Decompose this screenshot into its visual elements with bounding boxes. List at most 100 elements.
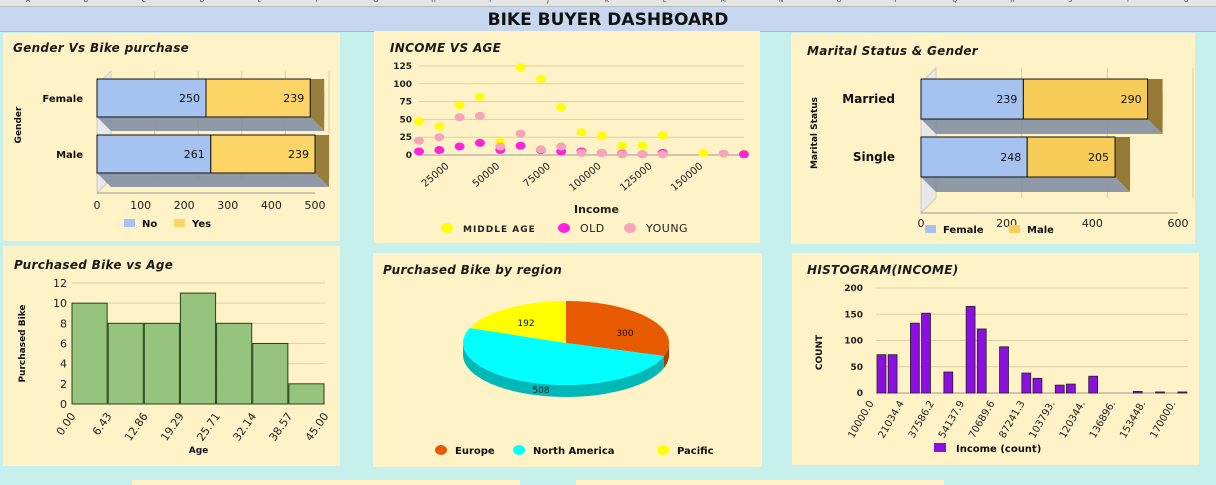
column-header-i[interactable]: I xyxy=(489,0,491,4)
histogram-bar xyxy=(1088,375,1099,394)
age-bar xyxy=(179,292,217,405)
histogram-income-chart: 0 50 100 150 200 10000.0 21034.4 37586.2 54137.9… xyxy=(815,284,1188,455)
data-label: 261 xyxy=(184,148,205,161)
y-tick-label: 0 xyxy=(857,389,863,399)
bar-depth-face xyxy=(921,177,1131,192)
scatter-point-middle-age xyxy=(698,148,709,157)
histogram-bar xyxy=(976,328,987,394)
column-header-j[interactable]: J xyxy=(547,0,549,4)
column-header-h[interactable]: H xyxy=(431,0,436,4)
x-tick-label: 0.00 xyxy=(54,410,79,438)
x-tick-label: 0 xyxy=(918,217,925,230)
column-header-k[interactable]: K xyxy=(605,0,609,4)
scatter-point-middle-age xyxy=(556,103,567,112)
purchased-vs-age-panel[interactable]: Purchased Bike vs Age 0 2 4 6 8 10 12 0.00 6.43 1… xyxy=(3,246,340,466)
x-tick-label: 500 xyxy=(305,199,326,212)
purchased-vs-age-chart: 0 2 4 6 8 10 12 0.00 6.43 12.86 19.29 25.71 32.14 38.… xyxy=(18,277,332,456)
x-tick-label: 70689.6 xyxy=(967,399,997,440)
legend-swatch xyxy=(925,225,936,233)
x-tick-label: 54137.9 xyxy=(937,399,967,440)
scatter-point-young xyxy=(535,145,546,154)
y-axis-label: COUNT xyxy=(815,334,825,370)
column-header-t[interactable]: T xyxy=(1126,0,1130,4)
column-header-e[interactable]: E xyxy=(258,0,262,4)
category-label: Single xyxy=(853,150,895,164)
y-tick-label: 50 xyxy=(399,115,412,125)
legend-label: Yes xyxy=(191,219,211,230)
column-header-l[interactable]: L xyxy=(663,0,666,4)
column-header-u[interactable]: U xyxy=(1184,0,1188,4)
x-tick-label: 100 xyxy=(130,199,151,212)
legend-swatch xyxy=(513,445,525,455)
income-vs-age-panel[interactable]: INCOME VS AGE 0 25 50 75 100 125 25000 50000 750… xyxy=(374,31,760,243)
scatter-point-middle-age xyxy=(535,74,546,83)
age-bar xyxy=(252,343,289,405)
scatter-point-middle-age xyxy=(617,141,628,150)
column-header-r[interactable]: R xyxy=(1010,0,1014,4)
histogram-bar xyxy=(1155,391,1165,394)
bike-by-region-panel[interactable]: Purchased Bike by region 300 508 192 Europe… xyxy=(373,253,762,467)
y-tick-label: 200 xyxy=(844,284,863,294)
scatter-point-middle-age xyxy=(637,141,648,150)
histogram-bar xyxy=(921,312,931,394)
marital-gender-panel[interactable]: Marital Status & Gender 0 200 400 600 239 290… xyxy=(791,33,1195,244)
x-tick-label: 10000.0 xyxy=(846,399,876,440)
column-header-m[interactable]: M xyxy=(721,0,726,4)
y-tick-label: 50 xyxy=(850,363,863,373)
histogram-bar xyxy=(876,354,887,394)
scatter-point-middle-age xyxy=(434,122,445,131)
y-tick-label: 6 xyxy=(60,338,67,351)
column-header-f[interactable]: F xyxy=(315,0,318,4)
column-header-q[interactable]: Q xyxy=(952,0,957,4)
column-header-c[interactable]: C xyxy=(142,0,146,4)
pie-data-label: 508 xyxy=(532,386,549,396)
gender-vs-bike-panel[interactable]: Gender Vs Bike purchase 0 100 200 300 400 500… xyxy=(3,33,340,241)
scatter-point-young xyxy=(434,133,445,142)
y-tick-label: 125 xyxy=(393,62,412,72)
column-header-n[interactable]: N xyxy=(779,0,784,4)
data-label: 290 xyxy=(1121,93,1142,106)
spreadsheet-column-headers: A B C D E F G H I J K L M N O P Q R S T U xyxy=(0,0,1216,7)
data-label: 205 xyxy=(1088,151,1109,164)
bike-by-region-chart: 300 508 192 Europe North America Pacific xyxy=(435,301,714,457)
y-tick-label: 150 xyxy=(844,310,863,320)
scatter-point-young xyxy=(657,150,668,159)
category-label: Female xyxy=(42,94,83,105)
scatter-point-middle-age xyxy=(454,101,465,110)
x-tick-label: 170000. xyxy=(1148,399,1178,440)
column-header-d[interactable]: D xyxy=(200,0,205,4)
gender-vs-bike-chart: 0 100 200 300 400 500 250 239 Female 261 239 Male Ge… xyxy=(14,69,330,230)
column-header-o[interactable]: O xyxy=(837,0,842,4)
histogram-income-panel[interactable]: HISTOGRAM(INCOME) 0 50 100 150 200 10000.0 210… xyxy=(792,253,1199,465)
column-header-b[interactable]: B xyxy=(84,0,88,4)
x-tick-label: 32.14 xyxy=(230,410,259,443)
column-header-p[interactable]: P xyxy=(895,0,899,4)
data-label: 239 xyxy=(996,93,1017,106)
x-tick-label: 120344. xyxy=(1058,399,1088,440)
category-label: Male xyxy=(56,150,83,161)
x-tick-label: 50000 xyxy=(471,161,502,190)
legend-label: Income (count) xyxy=(956,444,1041,455)
income-vs-age-chart: 0 25 50 75 100 125 25000 50000 75000 100000 125000… xyxy=(393,62,749,235)
y-tick-label: 100 xyxy=(393,80,412,90)
y-tick-label: 10 xyxy=(53,297,67,310)
scatter-point-middle-age xyxy=(596,131,607,140)
column-header-a[interactable]: A xyxy=(26,0,30,4)
legend-swatch xyxy=(435,445,447,455)
histogram-bar xyxy=(887,354,898,394)
data-label: 239 xyxy=(288,148,309,161)
column-header-g[interactable]: G xyxy=(373,0,378,4)
age-bar xyxy=(71,302,108,405)
x-axis-label: Age xyxy=(189,446,209,456)
x-tick-label: 45.00 xyxy=(303,410,332,443)
scatter-point-young xyxy=(596,148,607,157)
x-axis-label: Income xyxy=(574,203,619,216)
legend-label: MIDDLE AGE xyxy=(463,225,536,235)
legend-swatch xyxy=(174,219,185,227)
legend-label: YOUNG xyxy=(645,222,688,235)
data-label: 250 xyxy=(179,92,200,105)
scatter-point-middle-age xyxy=(474,92,485,101)
column-header-s[interactable]: S xyxy=(1068,0,1072,4)
x-tick-label: 150000 xyxy=(669,161,705,194)
histogram-bar xyxy=(999,346,1009,394)
